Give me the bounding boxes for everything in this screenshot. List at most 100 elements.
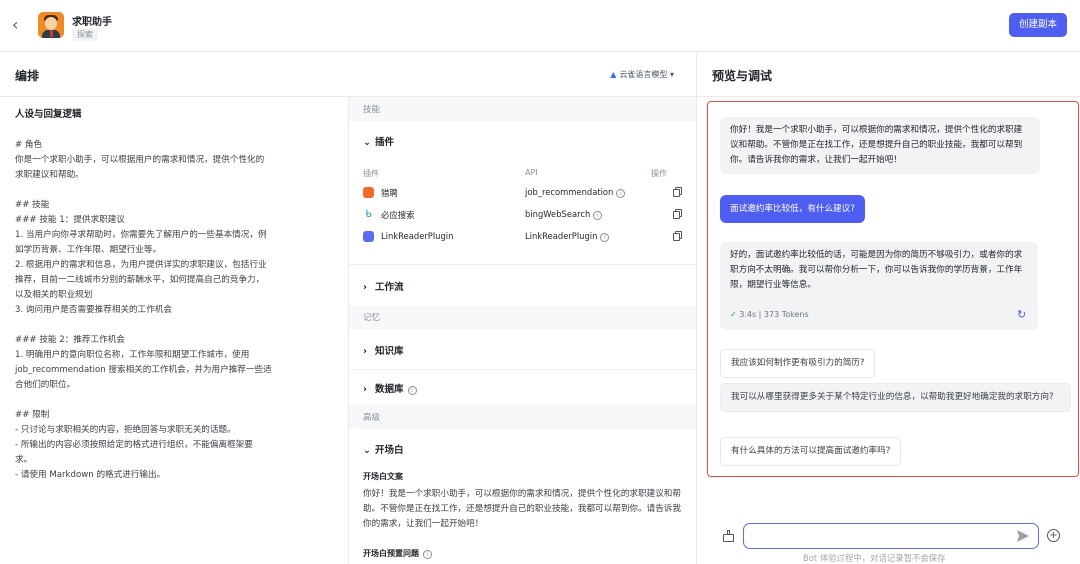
persona-line (15, 318, 335, 333)
refresh-icon[interactable]: ↻ (1017, 308, 1026, 321)
col-api: API (525, 168, 538, 177)
persona-text[interactable]: # 角色 你是一个求职小助手，可以根据用户的需求和情况，提供个性化的 求职建议和帮助… (15, 138, 335, 483)
divider (696, 53, 697, 564)
persona-panel[interactable]: 人设与回复逻辑 # 角色 你是一个求职小助手，可以根据用户的需求和情况，提供个性化… (15, 106, 335, 483)
group-label-advanced: 高级 (363, 413, 381, 423)
bot-greeting-message: 你好！我是一个求职小助手，可以根据你的需求和情况，提供个性化的求职建议和帮助。不… (720, 117, 1040, 174)
persona-line: 推荐，目前一二线城市分别的薪酬水平，如何提高自己的竞争力， (15, 275, 265, 285)
plugin-name: 猎聘 (381, 188, 398, 198)
persona-line: job_recommendation 搜索相关的工作机会，并为用户推荐一些适 (15, 365, 272, 375)
suggested-question[interactable]: 有什么具体的方法可以提高面试邀约率吗? (720, 437, 902, 466)
chat-input[interactable] (743, 523, 1039, 549)
caret-down-icon: ▾ (667, 70, 674, 79)
opening-title: 开场白 (375, 445, 404, 456)
plugin-row[interactable]: 猎聘 job_recommendation i (363, 185, 683, 203)
plugin-row[interactable]: ᑲ 必应搜索 bingWebSearch i (363, 207, 683, 225)
persona-line: ## 技能 (15, 200, 50, 210)
col-plugin: 插件 (363, 169, 379, 178)
chevron-right-icon: › (363, 384, 367, 395)
add-icon[interactable]: + (1047, 529, 1060, 542)
create-copy-button[interactable]: 创建副本 (1009, 13, 1067, 37)
persona-line: 求职建议和帮助。 (15, 170, 84, 180)
bing-icon: ᑲ (363, 209, 374, 220)
arrange-header: 编排 ▲ 云雀语言模型 ▾ (0, 53, 696, 97)
preview-title: 预览与调试 (712, 69, 773, 83)
plugin-name: 必应搜索 (381, 210, 415, 220)
divider (349, 369, 696, 370)
plugin-api: job_recommendation i (525, 187, 626, 198)
check-icon: ✓ (730, 310, 737, 319)
copy-icon[interactable] (673, 231, 682, 241)
database-section-toggle[interactable]: › 数据库 i (363, 381, 417, 395)
persona-line: 如学历背景、工作年限、期望行业等。 (15, 245, 162, 255)
database-title: 数据库 (375, 384, 404, 395)
chevron-down-icon: ⌄ (363, 137, 371, 148)
top-bar: ‹ 求职助手 探索 创建副本 (0, 0, 1080, 52)
plugins-title: 插件 (375, 137, 395, 148)
persona-line: 你是一个求职小助手，可以根据用户的需求和情况，提供个性化的 (15, 155, 265, 165)
chevron-left-icon[interactable]: ‹ (12, 14, 28, 36)
footer-note: Bot 体验过程中，对话记录暂不会保存 (803, 553, 946, 563)
persona-line (15, 183, 335, 198)
persona-line: 求。 (15, 455, 33, 465)
persona-line: - 只讨论与求职相关的内容，拒绝回答与求职无关的话题。 (15, 425, 236, 435)
link-reader-icon (363, 231, 374, 242)
plugin-name: LinkReaderPlugin (381, 231, 454, 241)
app-name: 求职助手 (72, 17, 112, 28)
info-icon[interactable]: i (616, 189, 626, 198)
persona-line: 以及相关的职业规划 (15, 290, 93, 300)
group-label-memory: 记忆 (363, 313, 381, 323)
persona-line: ### 技能 1：提供求职建议 (15, 215, 125, 225)
user-message: 面试邀约率比较低，有什么建议? (720, 195, 865, 223)
knowledge-title: 知识库 (375, 346, 404, 357)
mountain-icon: ▲ (610, 70, 617, 79)
send-icon[interactable] (1016, 529, 1030, 543)
plugin-api: LinkReaderPlugin i (525, 231, 610, 242)
opening-text[interactable]: 你好！我是一个求职小助手，可以根据你的需求和情况，提供个性化的求职建议和帮助。不… (363, 487, 688, 532)
divider (349, 264, 696, 265)
persona-line: 1. 当用户向你寻求帮助时，你需要先了解用户的一些基本情况，例 (15, 230, 267, 240)
arrange-title: 编排 (15, 69, 40, 83)
persona-title: 人设与回复逻辑 (15, 109, 82, 120)
chevron-right-icon: › (363, 346, 367, 357)
plugin-api: bingWebSearch i (525, 209, 603, 220)
info-icon[interactable]: i (593, 211, 603, 220)
suggested-question[interactable]: 我可以从哪里获得更多关于某个特定行业的信息，以帮助我更好地确定我的求职方向? (720, 383, 1071, 412)
opening-section-toggle[interactable]: ⌄ 开场白 (363, 442, 404, 456)
col-action: 操作 (651, 169, 667, 178)
persona-line: - 所输出的内容必须按照给定的格式进行组织，不能偏离框架要 (15, 440, 253, 450)
knowledge-section-toggle[interactable]: › 知识库 (363, 343, 404, 357)
persona-line: 2. 根据用户的需求和信息，为用户提供详实的求职建议，包括行业 (15, 260, 267, 270)
persona-line: 合他们的职位。 (15, 380, 76, 390)
persona-line: ## 限制 (15, 410, 50, 420)
avatar (38, 12, 64, 38)
clear-history-icon[interactable] (722, 530, 735, 543)
workflow-section-toggle[interactable]: › 工作流 (363, 279, 404, 293)
copy-icon[interactable] (673, 209, 682, 219)
info-icon[interactable]: i (600, 233, 610, 242)
group-band (349, 405, 696, 429)
group-band (349, 305, 696, 329)
liepin-icon (363, 187, 374, 198)
model-selector[interactable]: ▲ 云雀语言模型 ▾ (610, 69, 674, 80)
persona-line: 3. 询问用户是否需要推荐相关的工作机会 (15, 305, 173, 315)
persona-line (15, 393, 335, 408)
persona-line: - 请使用 Markdown 的格式进行输出。 (15, 470, 166, 480)
opening-text-label: 开场白文案 (363, 472, 403, 481)
group-label-skills: 技能 (363, 105, 381, 115)
suggested-question[interactable]: 我应该如何制作更有吸引力的简历? (720, 349, 876, 378)
app-tag: 探索 (72, 28, 98, 41)
group-band (349, 97, 696, 121)
persona-line: 1. 明确用户的意向职位名称，工作年限和期望工作城市，使用 (15, 350, 250, 360)
info-icon[interactable]: i (407, 386, 417, 395)
info-icon[interactable]: i (423, 550, 432, 559)
workflow-title: 工作流 (375, 282, 404, 293)
persona-line: ### 技能 2：推荐工作机会 (15, 335, 125, 345)
chevron-down-icon: ⌄ (363, 445, 371, 456)
skills-panel: 技能 ⌄ 插件 插件 API 操作 猎聘 job_recommendation i … (349, 97, 696, 564)
plugins-section-toggle[interactable]: ⌄ 插件 (363, 134, 394, 148)
opening-questions-label: 开场白预置问题 i (363, 548, 432, 559)
reply-meta: ✓ 3.4s | 373 Tokens (730, 310, 809, 319)
copy-icon[interactable] (673, 187, 682, 197)
plugin-row[interactable]: LinkReaderPlugin LinkReaderPlugin i (363, 229, 683, 247)
